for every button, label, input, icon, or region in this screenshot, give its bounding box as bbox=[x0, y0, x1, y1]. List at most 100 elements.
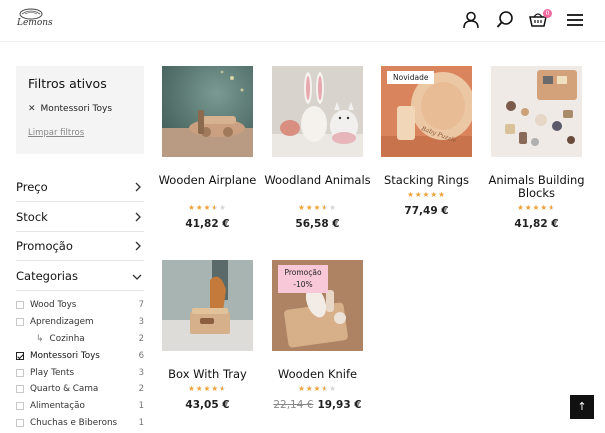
facet-promotion[interactable]: Promoção bbox=[16, 231, 144, 261]
category-name: Cozinha bbox=[49, 333, 85, 344]
facet-categories[interactable]: Categorias bbox=[16, 261, 144, 291]
product-card[interactable]: Woodland Animals ★★★★★ 56,58 € bbox=[264, 66, 371, 236]
checkbox[interactable] bbox=[16, 318, 24, 327]
active-filters-panel: Filtros ativos ✕ Montessori Toys Limpar … bbox=[16, 66, 144, 154]
checkbox[interactable] bbox=[16, 368, 24, 377]
star-icon: ★ bbox=[305, 203, 314, 212]
star-icon: ★ bbox=[219, 384, 227, 393]
category-count: 1 bbox=[138, 417, 144, 428]
site-header: Lemons 0 bbox=[0, 0, 605, 42]
product-card[interactable]: Box With Tray ★★★★★ 43,05 € bbox=[162, 260, 253, 420]
category-name: Play Tents bbox=[30, 367, 75, 378]
star-icon: ★ bbox=[305, 384, 314, 393]
category-count: 7 bbox=[138, 300, 144, 311]
star-icon: ★ bbox=[517, 203, 525, 212]
product-image[interactable] bbox=[162, 66, 253, 157]
category-item[interactable]: Wood Toys 7 bbox=[16, 297, 144, 314]
star-icon: ★ bbox=[195, 203, 204, 212]
star-icon: ★ bbox=[211, 384, 220, 393]
star-icon: ★ bbox=[321, 384, 330, 393]
checkbox[interactable] bbox=[16, 402, 24, 411]
star-icon: ★ bbox=[321, 203, 330, 212]
subcategory-arrow-icon: ↳ bbox=[36, 333, 44, 344]
category-item[interactable]: Play Tents 3 bbox=[16, 364, 144, 381]
facet-label: Preço bbox=[16, 180, 48, 194]
chevron-down-icon bbox=[132, 274, 142, 280]
product-price: 41,82 € bbox=[185, 218, 230, 230]
product-image[interactable] bbox=[491, 66, 582, 157]
rating-stars: ★★★★★ bbox=[272, 384, 363, 393]
chevron-right-icon bbox=[135, 241, 141, 251]
star-icon: ★ bbox=[188, 203, 196, 212]
promo-badge: Promoção -10% bbox=[278, 265, 328, 293]
product-name[interactable]: Stacking Rings bbox=[373, 174, 480, 187]
facet-label: Promoção bbox=[16, 239, 73, 253]
category-item[interactable]: Alimentação 1 bbox=[16, 398, 144, 415]
category-item[interactable]: ↳ Cozinha 2 bbox=[16, 331, 144, 348]
category-item[interactable]: Montessori Toys 6 bbox=[16, 347, 144, 364]
checkbox[interactable] bbox=[16, 385, 24, 394]
promo-label: Promoção bbox=[284, 268, 322, 277]
rating-stars: ★★★★★ bbox=[272, 203, 363, 212]
product-name[interactable]: Animals Building Blocks bbox=[483, 174, 590, 200]
category-name: Chuchas e Biberons bbox=[30, 417, 118, 428]
category-count: 2 bbox=[138, 333, 144, 344]
chevron-right-icon bbox=[135, 182, 141, 192]
category-name: Quarto & Cama bbox=[30, 384, 99, 395]
product-name[interactable]: Woodland Animals bbox=[264, 174, 371, 187]
active-filter-chip[interactable]: ✕ Montessori Toys bbox=[28, 104, 112, 114]
checkbox[interactable] bbox=[16, 418, 24, 427]
star-icon: ★ bbox=[298, 203, 306, 212]
facet-stock[interactable]: Stock bbox=[16, 202, 144, 232]
arrow-up-icon: ↑ bbox=[577, 400, 587, 413]
product-card[interactable]: Animals Building Blocks ★★★★★ 41,82 € bbox=[488, 66, 585, 236]
product-image[interactable] bbox=[162, 260, 253, 351]
product-price: 43,05 € bbox=[185, 399, 230, 411]
checkbox-checked[interactable] bbox=[16, 351, 24, 360]
star-icon: ★ bbox=[188, 384, 196, 393]
star-icon: ★ bbox=[298, 384, 306, 393]
category-item[interactable]: Quarto & Cama 2 bbox=[16, 381, 144, 398]
star-icon: ★ bbox=[540, 203, 549, 212]
product-card[interactable]: Baby Puzzle Novidade Stacking Rings ★★★★… bbox=[381, 66, 472, 236]
star-icon: ★ bbox=[219, 203, 227, 212]
product-price: 77,49 € bbox=[404, 205, 449, 217]
facet-price[interactable]: Preço bbox=[16, 172, 144, 202]
star-icon: ★ bbox=[414, 190, 423, 199]
back-to-top-button[interactable]: ↑ bbox=[570, 395, 594, 419]
category-item[interactable]: Chuchas e Biberons 1 bbox=[16, 415, 144, 432]
clear-filters-link[interactable]: Limpar filtros bbox=[28, 128, 84, 138]
category-count: 1 bbox=[138, 401, 144, 412]
category-name: Wood Toys bbox=[30, 300, 77, 311]
product-name[interactable]: Wooden Knife bbox=[264, 368, 371, 381]
category-name: Alimentação bbox=[30, 401, 85, 412]
active-filters-title: Filtros ativos bbox=[28, 76, 107, 91]
category-item[interactable]: Aprendizagem 3 bbox=[16, 314, 144, 331]
product-card[interactable]: Promoção -10% Wooden Knife ★★★★★ 22,14 €… bbox=[272, 260, 363, 420]
search-icon[interactable] bbox=[495, 10, 515, 30]
account-icon[interactable] bbox=[461, 10, 481, 30]
star-icon: ★ bbox=[524, 203, 533, 212]
category-count: 3 bbox=[138, 317, 144, 328]
product-name[interactable]: Wooden Airplane bbox=[154, 174, 261, 187]
checkbox[interactable] bbox=[16, 301, 24, 310]
category-count: 3 bbox=[138, 367, 144, 378]
menu-icon[interactable] bbox=[566, 10, 586, 30]
product-image[interactable] bbox=[272, 66, 363, 157]
product-card[interactable]: Wooden Airplane ★★★★★ 41,82 € bbox=[159, 66, 256, 236]
logo-text: Lemons bbox=[17, 18, 53, 28]
star-icon: ★ bbox=[211, 203, 220, 212]
product-name[interactable]: Box With Tray bbox=[154, 368, 261, 381]
rating-stars: ★★★★★ bbox=[491, 203, 582, 212]
star-icon: ★ bbox=[329, 203, 337, 212]
star-icon: ★ bbox=[407, 190, 415, 199]
star-icon: ★ bbox=[329, 384, 337, 393]
star-icon: ★ bbox=[548, 203, 556, 212]
product-price: 19,93 € bbox=[317, 399, 362, 411]
facet-label: Stock bbox=[16, 210, 48, 224]
rating-stars: ★★★★★ bbox=[381, 190, 472, 199]
category-name: Montessori Toys bbox=[30, 350, 100, 361]
product-price: 41,82 € bbox=[514, 218, 559, 230]
remove-filter-icon[interactable]: ✕ bbox=[28, 104, 36, 114]
cart-count-badge: 0 bbox=[543, 9, 552, 18]
